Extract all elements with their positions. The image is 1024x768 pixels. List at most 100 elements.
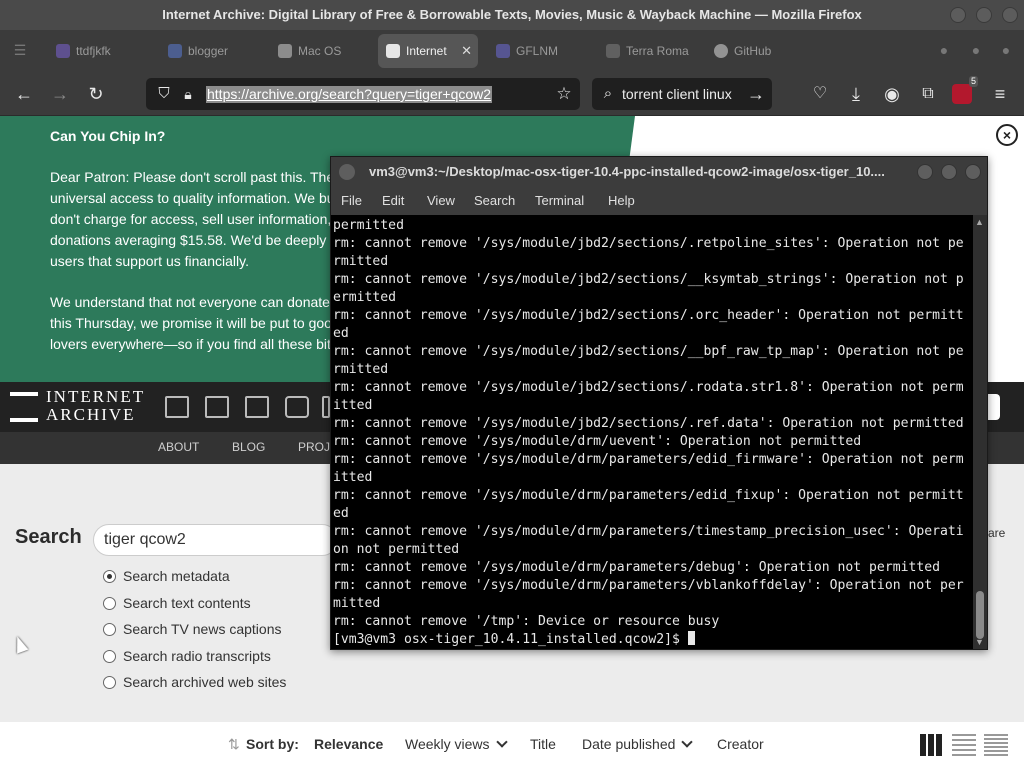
menu-terminal[interactable]: Terminal xyxy=(535,193,584,208)
search-input[interactable]: tiger qcow2 xyxy=(93,524,338,556)
sort-title[interactable]: Title xyxy=(530,736,556,752)
tab-1[interactable]: ttdfjkfk xyxy=(48,34,148,68)
terminal-output[interactable]: permitted rm: cannot remove '/sys/module/… xyxy=(331,215,973,649)
terminal-close-button[interactable] xyxy=(965,164,981,180)
search-option-tv[interactable]: Search TV news captions xyxy=(103,621,282,637)
back-arrow-icon[interactable]: ← xyxy=(12,82,36,106)
list-detail-view-icon[interactable] xyxy=(952,734,976,756)
navigation-toolbar: ← → ↻ ⛉ 🔒︎ https://archive.org/search?qu… xyxy=(0,72,1024,116)
sort-weekly-views[interactable]: Weekly views xyxy=(405,736,508,752)
shield-icon[interactable]: ⛉ xyxy=(152,82,176,106)
tab-active[interactable]: Internet ✕ xyxy=(378,34,478,68)
radio-checked[interactable] xyxy=(103,570,116,583)
tab-label: ttdfjkfk xyxy=(76,44,111,58)
texts-icon[interactable] xyxy=(205,396,229,418)
firefox-view-icon[interactable]: ● xyxy=(964,38,988,62)
tab-favicon-icon xyxy=(278,44,292,58)
sort-direction-icon[interactable]: ⇅ xyxy=(228,736,240,753)
menu-file[interactable]: File xyxy=(341,193,362,208)
scroll-up-icon[interactable]: ▲ xyxy=(975,217,984,227)
web-icon[interactable] xyxy=(165,396,189,418)
tab-5[interactable]: GFLNM xyxy=(488,34,588,68)
side-text-fragment: are xyxy=(988,526,1006,540)
terminal-line: rm: cannot remove '/sys/module/drm/param… xyxy=(333,578,964,593)
terminal-titlebar[interactable]: vm3@vm3:~/Desktop/mac-osx-tiger-10.4-ppc… xyxy=(331,157,987,187)
go-arrow-icon[interactable]: → xyxy=(744,82,768,106)
terminal-prompt: [vm3@vm3 osx-tiger_10.4.11_installed.qco… xyxy=(333,632,688,647)
extensions-icon[interactable]: ⧉ xyxy=(916,82,940,106)
window-title: Internet Archive: Digital Library of Fre… xyxy=(162,7,862,22)
sort-date-published[interactable]: Date published xyxy=(582,736,694,752)
subnav-blog[interactable]: BLOG xyxy=(232,440,265,454)
forward-arrow-icon[interactable]: → xyxy=(48,82,72,106)
logo-line-1: INTERNET xyxy=(46,387,146,406)
terminal-line: permitted xyxy=(333,218,404,233)
hamburger-menu-icon[interactable]: ≡ xyxy=(988,82,1012,106)
video-icon[interactable] xyxy=(245,396,269,418)
option-label: Search metadata xyxy=(123,568,230,584)
ublock-icon[interactable]: 5 xyxy=(952,76,978,104)
terminal-window-icon xyxy=(339,164,355,180)
terminal-line: on not permitted xyxy=(333,542,460,557)
terminal-scrollbar[interactable]: ▲ ▼ xyxy=(973,215,987,649)
terminal-line: rm: cannot remove '/sys/module/jbd2/sect… xyxy=(333,272,964,287)
tab-2[interactable]: blogger xyxy=(160,34,260,68)
sort-creator[interactable]: Creator xyxy=(717,736,764,752)
tile-view-icon[interactable] xyxy=(920,734,944,756)
search-option-metadata[interactable]: Search metadata xyxy=(103,568,230,584)
audio-icon[interactable] xyxy=(285,396,309,418)
archive-logo-icon[interactable] xyxy=(10,392,38,422)
tab-6[interactable]: Terra Roma xyxy=(598,34,698,68)
bookmark-star-icon[interactable]: ☆ xyxy=(552,82,576,106)
tab-overflow-icon[interactable]: ☰ xyxy=(8,38,32,62)
subnav-projects[interactable]: PROJ xyxy=(298,440,330,454)
tab-3[interactable]: Mac OS xyxy=(270,34,370,68)
menu-edit[interactable]: Edit xyxy=(382,193,404,208)
pocket-icon[interactable]: ♡ xyxy=(808,82,832,106)
sort-label: Sort by: xyxy=(246,736,299,752)
tab-7[interactable]: GitHub xyxy=(706,34,806,68)
downloads-icon[interactable]: ⤓ xyxy=(844,82,868,106)
lock-icon[interactable]: 🔒︎ xyxy=(176,82,200,106)
search-bar[interactable]: ⌕ torrent client linux → xyxy=(592,78,772,110)
terminal-line: ed xyxy=(333,326,349,341)
compact-list-view-icon[interactable] xyxy=(984,734,1008,756)
ia-logo[interactable]: INTERNET ARCHIVE xyxy=(46,388,145,424)
search-option-text[interactable]: Search text contents xyxy=(103,595,251,611)
scroll-down-icon[interactable]: ▼ xyxy=(975,637,984,647)
subnav-about[interactable]: ABOUT xyxy=(158,440,199,454)
search-icon: ⌕ xyxy=(603,85,613,102)
terminal-window[interactable]: vm3@vm3:~/Desktop/mac-osx-tiger-10.4-ppc… xyxy=(330,156,988,650)
list-all-tabs-icon[interactable]: ● xyxy=(932,38,956,62)
search-option-radio[interactable]: Search radio transcripts xyxy=(103,648,271,664)
radio-unchecked[interactable] xyxy=(103,650,116,663)
url-text[interactable]: https://archive.org/search?query=tiger+q… xyxy=(206,86,493,103)
logo-line-2: ARCHIVE xyxy=(46,405,136,424)
close-banner-icon[interactable]: × xyxy=(996,124,1018,146)
account-icon[interactable]: ◉ xyxy=(880,82,904,106)
radio-unchecked[interactable] xyxy=(103,623,116,636)
tab-label: GitHub xyxy=(734,44,772,58)
minimize-button[interactable] xyxy=(950,7,966,23)
terminal-prompt-line[interactable]: [vm3@vm3 osx-tiger_10.4.11_installed.qco… xyxy=(333,631,973,649)
menu-view[interactable]: View xyxy=(427,193,455,208)
menu-help[interactable]: Help xyxy=(608,193,635,208)
terminal-line: rm: cannot remove '/sys/module/jbd2/sect… xyxy=(333,308,964,323)
terminal-maximize-button[interactable] xyxy=(941,164,957,180)
sort-relevance[interactable]: Relevance xyxy=(314,736,383,752)
terminal-minimize-button[interactable] xyxy=(917,164,933,180)
scrollbar-thumb[interactable] xyxy=(976,591,984,639)
close-window-button[interactable] xyxy=(1002,7,1018,23)
menu-search[interactable]: Search xyxy=(474,193,515,208)
radio-unchecked[interactable] xyxy=(103,597,116,610)
search-option-web[interactable]: Search archived web sites xyxy=(103,674,286,690)
address-bar[interactable]: ⛉ 🔒︎ https://archive.org/search?query=ti… xyxy=(146,78,580,110)
search-bar-text[interactable]: torrent client linux xyxy=(622,86,732,102)
software-icon[interactable] xyxy=(322,396,330,418)
tab-menu-icon[interactable]: ● xyxy=(994,38,1018,62)
maximize-button[interactable] xyxy=(976,7,992,23)
terminal-lines: permitted rm: cannot remove '/sys/module/… xyxy=(333,217,973,631)
close-tab-icon[interactable]: ✕ xyxy=(461,34,472,68)
reload-icon[interactable]: ↻ xyxy=(84,82,108,106)
radio-unchecked[interactable] xyxy=(103,676,116,689)
